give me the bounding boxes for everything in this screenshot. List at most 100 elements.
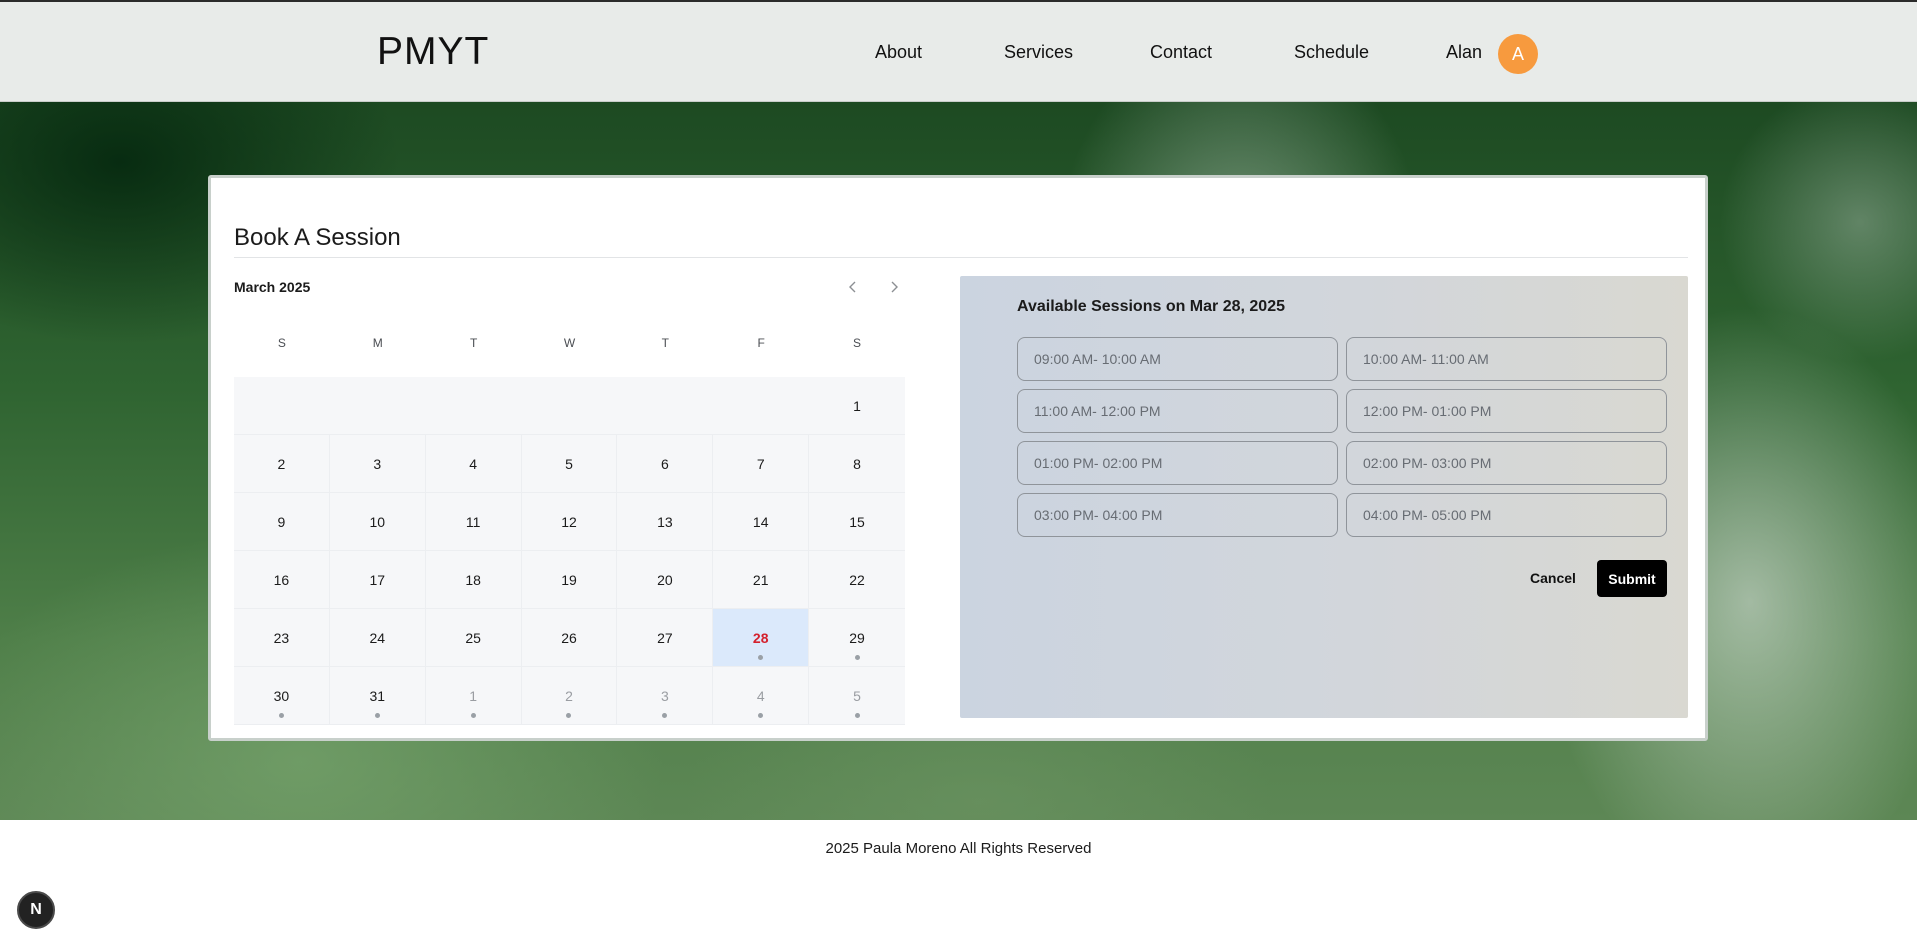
footer-copyright: 2025 Paula Moreno All Rights Reserved [825, 840, 1092, 857]
availability-dot [374, 713, 380, 718]
calendar-day[interactable]: 19 [521, 551, 618, 609]
weekday-label: T [661, 336, 670, 350]
calendar-day[interactable]: 11 [425, 493, 522, 551]
calendar-empty-cell [617, 377, 714, 435]
calendar-next-button[interactable] [882, 275, 906, 299]
session-slot[interactable]: 02:00 PM- 03:00 PM [1346, 441, 1667, 485]
calendar-day[interactable]: 7 [713, 435, 810, 493]
calendar-day-number: 3 [373, 455, 382, 472]
calendar-day[interactable]: 6 [617, 435, 714, 493]
weekday-label: T [469, 336, 478, 350]
calendar-day-number: 12 [561, 513, 577, 530]
calendar-day[interactable]: 22 [809, 551, 905, 609]
avatar[interactable]: A [1498, 34, 1538, 74]
nav-link-services[interactable]: Services [1004, 42, 1073, 63]
availability-dot [566, 713, 572, 718]
chevron-left-icon [849, 281, 856, 293]
chevron-right-icon [891, 281, 898, 293]
calendar-day[interactable]: 16 [234, 551, 330, 609]
calendar-day[interactable]: 27 [617, 609, 714, 667]
calendar-day[interactable]: 8 [809, 435, 905, 493]
calendar-day[interactable]: 1 [809, 377, 905, 435]
calendar-day-number: 21 [752, 571, 769, 588]
calendar-empty-cell [234, 377, 330, 435]
availability-dot [758, 655, 764, 660]
top-header: PMYT About Services Contact Schedule Ala… [0, 0, 1917, 102]
submit-button[interactable]: Submit [1597, 560, 1667, 597]
availability-dot [278, 713, 284, 718]
booking-card: Book A Session March 2025 SMTWTFS 123456… [208, 175, 1708, 741]
calendar-day[interactable]: 4 [713, 667, 810, 725]
site-logo[interactable]: PMYT [377, 30, 489, 74]
calendar-day-number: 25 [465, 629, 481, 646]
calendar-day[interactable]: 4 [425, 435, 522, 493]
availability-dot [854, 713, 860, 718]
calendar-day-number: 16 [273, 571, 290, 588]
weekday-label: M [372, 336, 383, 350]
calendar-day-number: 14 [752, 513, 769, 530]
weekday-label: S [853, 336, 862, 350]
nav-link-about[interactable]: About [875, 42, 922, 63]
calendar-day[interactable]: 2 [521, 667, 618, 725]
dev-tools-badge[interactable]: N [17, 891, 55, 929]
calendar-day-number: 27 [657, 629, 673, 646]
calendar-day-number: 2 [565, 687, 573, 704]
session-slot[interactable]: 09:00 AM- 10:00 AM [1017, 337, 1338, 381]
calendar-day-number: 10 [369, 513, 386, 530]
calendar-day[interactable]: 5 [809, 667, 905, 725]
calendar-day[interactable]: 13 [617, 493, 714, 551]
calendar-day[interactable]: 25 [425, 609, 522, 667]
calendar-day[interactable]: 31 [329, 667, 426, 725]
calendar-day[interactable]: 2 [234, 435, 330, 493]
title-divider [234, 257, 1688, 258]
calendar-day-number: 1 [469, 687, 478, 704]
calendar-day-number: 26 [561, 629, 577, 646]
calendar-day[interactable]: 24 [329, 609, 426, 667]
cancel-button[interactable]: Cancel [1520, 560, 1586, 596]
calendar-day-number: 5 [853, 687, 861, 704]
session-slot[interactable]: 10:00 AM- 11:00 AM [1346, 337, 1667, 381]
calendar-day[interactable]: 17 [329, 551, 426, 609]
weekday-label: F [757, 336, 765, 350]
calendar-day-number: 4 [756, 687, 765, 704]
user-name[interactable]: Alan [1446, 42, 1482, 63]
session-slot[interactable]: 03:00 PM- 04:00 PM [1017, 493, 1338, 537]
calendar-day-number: 29 [849, 629, 865, 646]
calendar-day[interactable]: 18 [425, 551, 522, 609]
calendar-day[interactable]: 26 [521, 609, 618, 667]
calendar-day-number: 4 [469, 455, 478, 472]
calendar-day[interactable]: 10 [329, 493, 426, 551]
nav-link-contact[interactable]: Contact [1150, 42, 1212, 63]
calendar-day-number: 18 [465, 571, 481, 588]
page-title: Book A Session [234, 224, 401, 251]
session-slot[interactable]: 12:00 PM- 01:00 PM [1346, 389, 1667, 433]
calendar-prev-button[interactable] [841, 275, 865, 299]
weekday-label: W [563, 336, 576, 350]
session-slot[interactable]: 01:00 PM- 02:00 PM [1017, 441, 1338, 485]
nav-link-schedule[interactable]: Schedule [1294, 42, 1369, 63]
calendar-day-number: 1 [853, 397, 861, 414]
calendar-day[interactable]: 29 [809, 609, 905, 667]
calendar-day[interactable]: 5 [521, 435, 618, 493]
session-slot[interactable]: 11:00 AM- 12:00 PM [1017, 389, 1338, 433]
calendar-day[interactable]: 21 [713, 551, 810, 609]
calendar-day[interactable]: 14 [713, 493, 810, 551]
calendar-day[interactable]: 20 [617, 551, 714, 609]
calendar-day[interactable]: 15 [809, 493, 905, 551]
session-slot[interactable]: 04:00 PM- 05:00 PM [1346, 493, 1667, 537]
calendar-day-number: 8 [853, 455, 861, 472]
calendar-day-number: 7 [756, 455, 765, 472]
calendar-day-number: 31 [369, 687, 386, 704]
calendar-day[interactable]: 3 [329, 435, 426, 493]
calendar-day[interactable]: 23 [234, 609, 330, 667]
calendar-day[interactable]: 12 [521, 493, 618, 551]
calendar-day[interactable]: 9 [234, 493, 330, 551]
calendar-day-number: 11 [465, 513, 481, 530]
calendar-day-selected[interactable]: 28 [713, 609, 810, 667]
calendar-day[interactable]: 1 [425, 667, 522, 725]
calendar-month-label: March 2025 [234, 279, 311, 295]
calendar-day[interactable]: 30 [234, 667, 330, 725]
calendar-grid: SMTWTFS 1 2 3 4 5 6 7 8 9 10 11 12 13 14 15 16 17 18 19 20 2… [234, 333, 905, 725]
calendar-day[interactable]: 3 [617, 667, 714, 725]
calendar-day-number: 2 [277, 455, 286, 472]
